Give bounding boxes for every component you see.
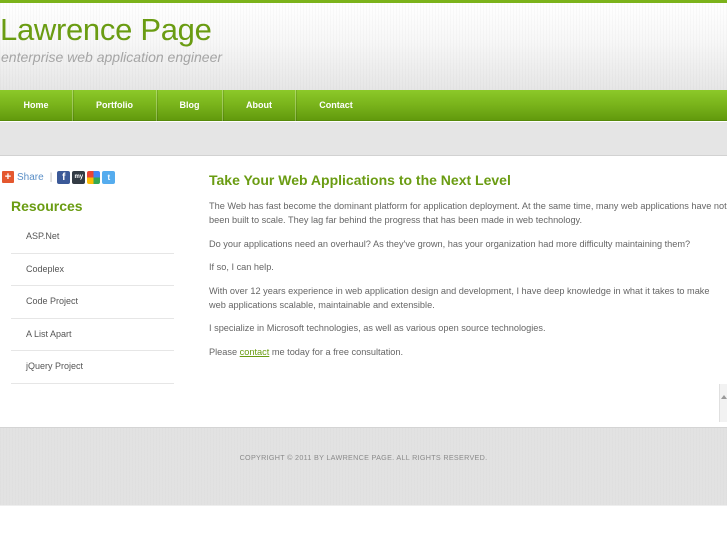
site-header: Lawrence Page enterprise web application…: [0, 0, 727, 90]
site-tagline: enterprise web application engineer: [1, 49, 223, 65]
resource-link-jquery-project[interactable]: jQuery Project: [11, 351, 174, 384]
sub-banner: [0, 122, 727, 156]
closing-paragraph: Please contact me today for a free consu…: [209, 345, 727, 359]
specialize-paragraph: I specialize in Microsoft technologies, …: [209, 323, 546, 333]
share-link[interactable]: Share: [17, 172, 44, 183]
contact-link[interactable]: contact: [240, 347, 270, 357]
resource-link-code-project[interactable]: Code Project: [11, 286, 174, 319]
closing-text-before: Please: [209, 346, 240, 357]
site-footer: COPYRIGHT © 2011 BY LAWRENCE PAGE. ALL R…: [0, 427, 727, 505]
resources-list: ASP.Net Codeplex Code Project A List Apa…: [11, 221, 174, 384]
nav-item-portfolio[interactable]: Portfolio: [73, 90, 157, 121]
scroll-up-button[interactable]: [719, 384, 727, 422]
closing-text-after: me today for a free consultation.: [269, 346, 404, 357]
share-plus-icon[interactable]: +: [2, 171, 14, 183]
resource-link-codeplex[interactable]: Codeplex: [11, 254, 174, 286]
resources-heading: Resources: [11, 198, 83, 214]
share-separator: |: [49, 171, 53, 183]
myspace-icon[interactable]: my: [72, 170, 86, 184]
facebook-icon[interactable]: f: [57, 170, 71, 184]
intro-paragraph: The Web has fast become the dominant pla…: [209, 201, 727, 225]
nav-item-home[interactable]: Home: [0, 90, 73, 121]
page-bottom: [0, 505, 727, 545]
main-content: The Web has fast become the dominant pla…: [209, 199, 727, 368]
main-nav: Home Portfolio Blog About Contact: [0, 90, 727, 121]
nav-item-blog[interactable]: Blog: [157, 90, 223, 121]
page-title: Take Your Web Applications to the Next L…: [209, 172, 511, 188]
help-paragraph: If so, I can help.: [209, 262, 274, 272]
arrow-up-icon: [721, 395, 727, 399]
twitter-icon[interactable]: t: [102, 170, 116, 184]
overhaul-paragraph: Do your applications need an overhaul? A…: [209, 238, 691, 249]
resource-link-aspnet[interactable]: ASP.Net: [11, 221, 174, 254]
site-title[interactable]: Lawrence Page: [0, 12, 212, 48]
google-icon[interactable]: [87, 170, 101, 184]
copyright-text: COPYRIGHT © 2011 BY LAWRENCE PAGE. ALL R…: [239, 453, 488, 462]
experience-paragraph: With over 12 years experience in web app…: [209, 285, 710, 310]
nav-item-contact[interactable]: Contact: [296, 90, 376, 121]
share-bar: + Share | f my t: [2, 170, 117, 184]
nav-item-about[interactable]: About: [223, 90, 296, 121]
resource-link-a-list-apart[interactable]: A List Apart: [11, 319, 174, 351]
